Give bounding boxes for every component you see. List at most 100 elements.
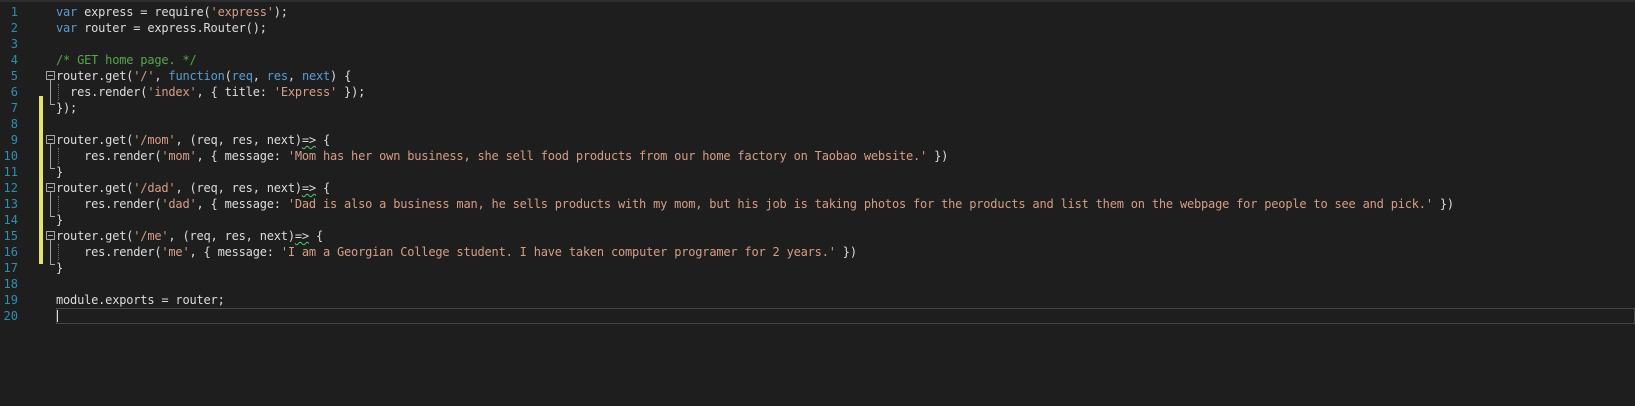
plain-token: , { message: bbox=[189, 245, 281, 259]
plain-token: , (req, res, next) bbox=[175, 133, 302, 147]
code-line[interactable]: 13 res.render('dad', { message: 'Dad is … bbox=[0, 196, 1635, 212]
line-number: 17 bbox=[3, 261, 18, 275]
line-number: 3 bbox=[10, 37, 18, 51]
code-text[interactable]: res.render('me', { message: 'I am a Geor… bbox=[56, 244, 857, 260]
string-token: 'Dad is also a business man, he sells pr… bbox=[287, 197, 1433, 211]
line-number: 20 bbox=[3, 309, 18, 323]
code-line[interactable]: 11 } bbox=[0, 164, 1635, 180]
code-text[interactable]: /* GET home page. */ bbox=[56, 52, 197, 68]
keyword-token: var bbox=[56, 21, 78, 35]
line-number: 10 bbox=[3, 149, 18, 163]
comment-token: /* GET home page. */ bbox=[56, 53, 197, 67]
code-line[interactable]: 16 res.render('me', { message: 'I am a G… bbox=[0, 244, 1635, 260]
plain-token: , bbox=[252, 69, 267, 83]
code-line[interactable]: 7 }); bbox=[0, 100, 1635, 116]
code-text[interactable]: }); bbox=[56, 100, 77, 116]
code-line[interactable]: 12 router.get('/dad', (req, res, next)=>… bbox=[0, 180, 1635, 196]
plain-token: res.render( bbox=[56, 245, 162, 259]
keyword-token: var bbox=[56, 5, 78, 19]
plain-token: }) bbox=[927, 149, 949, 163]
plain-token: , (req, res, next) bbox=[168, 229, 295, 243]
code-text[interactable]: router.get('/mom', (req, res, next)=> { bbox=[56, 132, 330, 148]
code-text[interactable]: module.exports = router; bbox=[56, 292, 225, 308]
plain-token: }) bbox=[1432, 197, 1454, 211]
string-token: '/' bbox=[133, 69, 155, 83]
code-text[interactable]: router.get('/', function(req, res, next)… bbox=[56, 68, 351, 84]
code-line[interactable]: 18 bbox=[0, 276, 1635, 292]
code-line[interactable]: 4 /* GET home page. */ bbox=[0, 52, 1635, 68]
code-line[interactable]: 19 module.exports = router; bbox=[0, 292, 1635, 308]
line-number: 11 bbox=[3, 165, 18, 179]
param-token: req bbox=[231, 69, 253, 83]
plain-token: , bbox=[287, 69, 302, 83]
string-token: '/dad' bbox=[133, 181, 176, 195]
code-line[interactable]: 2 var router = express.Router(); bbox=[0, 20, 1635, 36]
code-line[interactable]: 17 } bbox=[0, 260, 1635, 276]
code-text[interactable]: res.render('index', { title: 'Express' }… bbox=[56, 84, 365, 100]
plain-token: } bbox=[56, 165, 64, 179]
plain-token: res.render( bbox=[56, 85, 148, 99]
warning-squiggle-token[interactable]: => bbox=[302, 133, 316, 147]
plain-token: router.get( bbox=[56, 69, 134, 83]
plain-token: { bbox=[315, 133, 331, 147]
code-text[interactable]: res.render('mom', { message: 'Mom has he… bbox=[56, 148, 948, 164]
code-line[interactable]: 1 var express = require('express'); bbox=[0, 4, 1635, 20]
line-number: 16 bbox=[3, 245, 18, 259]
plain-token: , { message: bbox=[196, 149, 288, 163]
code-line[interactable]: 3 bbox=[0, 36, 1635, 52]
collapse-icon[interactable] bbox=[46, 71, 55, 80]
collapse-icon[interactable] bbox=[46, 183, 55, 192]
string-token: 'dad' bbox=[161, 197, 197, 211]
line-number: 1 bbox=[10, 5, 18, 19]
line-number: 2 bbox=[10, 21, 18, 35]
line-number: 6 bbox=[10, 85, 18, 99]
code-line[interactable]: 6 res.render('index', { title: 'Express'… bbox=[0, 84, 1635, 100]
plain-token: ); bbox=[273, 5, 288, 19]
param-token: next bbox=[301, 69, 331, 83]
code-text[interactable]: router.get('/me', (req, res, next)=> { bbox=[56, 228, 323, 244]
code-line[interactable]: 10 res.render('mom', { message: 'Mom has… bbox=[0, 148, 1635, 164]
code-text[interactable]: } bbox=[56, 260, 63, 276]
line-number: 9 bbox=[10, 133, 18, 147]
plain-token: }); bbox=[337, 85, 366, 99]
plain-token: router = express.Router(); bbox=[77, 21, 267, 35]
text-cursor bbox=[57, 310, 58, 322]
string-token: 'I am a Georgian College student. I have… bbox=[280, 245, 836, 259]
plain-token: } bbox=[56, 213, 64, 227]
plain-token: { bbox=[308, 229, 323, 243]
plain-token: express = require( bbox=[77, 5, 211, 19]
warning-squiggle-token[interactable]: => bbox=[295, 229, 309, 243]
plain-token: { bbox=[315, 181, 331, 195]
param-token: res bbox=[266, 69, 288, 83]
code-text[interactable]: } bbox=[56, 212, 63, 228]
string-token: 'Mom has her own business, she sell food… bbox=[287, 149, 928, 163]
plain-token: ( bbox=[224, 69, 232, 83]
collapse-icon[interactable] bbox=[46, 135, 55, 144]
string-token: 'Express' bbox=[273, 85, 338, 99]
plain-token: res.render( bbox=[56, 149, 162, 163]
line-number: 8 bbox=[10, 117, 18, 131]
code-line[interactable]: 20 bbox=[0, 308, 1635, 324]
code-text[interactable]: } bbox=[56, 164, 63, 180]
editor-top-border bbox=[0, 0, 1635, 2]
string-token: 'express' bbox=[210, 5, 274, 19]
warning-squiggle-token[interactable]: => bbox=[302, 181, 316, 195]
code-line[interactable]: 5 router.get('/', function(req, res, nex… bbox=[0, 68, 1635, 84]
code-text[interactable]: var express = require('express'); bbox=[56, 4, 288, 20]
code-line[interactable]: 9 router.get('/mom', (req, res, next)=> … bbox=[0, 132, 1635, 148]
code-text[interactable]: var router = express.Router(); bbox=[56, 20, 267, 36]
line-number: 13 bbox=[3, 197, 18, 211]
code-line[interactable]: 14 } bbox=[0, 212, 1635, 228]
plain-token: , { message: bbox=[196, 197, 288, 211]
line-number: 5 bbox=[10, 69, 18, 83]
string-token: 'mom' bbox=[161, 149, 197, 163]
collapse-icon[interactable] bbox=[46, 231, 55, 240]
plain-token: module.exports = router; bbox=[56, 293, 225, 307]
code-line[interactable]: 8 bbox=[0, 116, 1635, 132]
code-text[interactable]: res.render('dad', { message: 'Dad is als… bbox=[56, 196, 1454, 212]
code-editor[interactable]: 1 var express = require('express'); 2 va… bbox=[0, 0, 1635, 406]
code-text[interactable]: router.get('/dad', (req, res, next)=> { bbox=[56, 180, 330, 196]
code-line[interactable]: 15 router.get('/me', (req, res, next)=> … bbox=[0, 228, 1635, 244]
line-number: 15 bbox=[3, 229, 18, 243]
string-token: 'me' bbox=[161, 245, 190, 259]
